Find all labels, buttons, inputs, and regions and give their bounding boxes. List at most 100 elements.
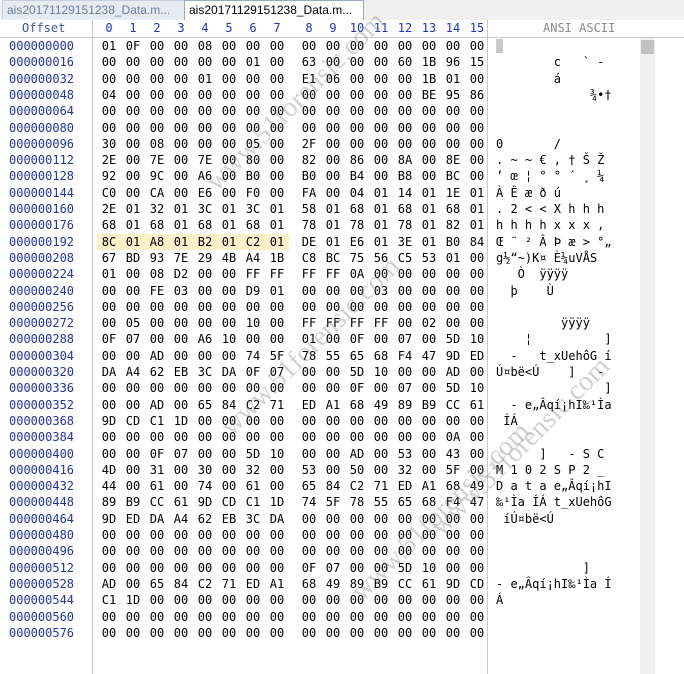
byte-cell[interactable]: 00 xyxy=(145,38,169,54)
byte-cell[interactable]: 00 xyxy=(169,120,193,136)
byte-cell[interactable]: 8E xyxy=(441,152,465,168)
byte-cell[interactable]: CA xyxy=(145,185,169,201)
ansi-text[interactable]: D a t a e„Âqí¡hI xyxy=(496,478,612,494)
byte-cell[interactable]: 00 xyxy=(441,413,465,429)
byte-cell[interactable]: 00 xyxy=(121,609,145,625)
byte-cell[interactable]: 00 xyxy=(193,315,217,331)
byte-cell[interactable]: 8A xyxy=(393,152,417,168)
byte-cell[interactable]: ED xyxy=(465,348,489,364)
byte-cell[interactable]: 00 xyxy=(345,429,369,445)
byte-cell[interactable]: 00 xyxy=(393,429,417,445)
ansi-text[interactable]: h h h h x x x ‚ xyxy=(496,217,604,233)
byte-cell[interactable]: 00 xyxy=(145,609,169,625)
byte-cell[interactable]: 00 xyxy=(265,543,289,559)
byte-cell[interactable]: 5D xyxy=(345,364,369,380)
byte-cell[interactable]: 00 xyxy=(321,429,345,445)
byte-cell[interactable]: 00 xyxy=(369,103,393,119)
byte-cell[interactable]: 00 xyxy=(345,103,369,119)
byte-cell[interactable]: D9 xyxy=(241,283,265,299)
byte-cell[interactable]: 00 xyxy=(345,71,369,87)
byte-cell[interactable]: 01 xyxy=(265,233,289,250)
byte-cell[interactable]: 00 xyxy=(369,136,393,152)
byte-cell[interactable]: 00 xyxy=(97,397,121,413)
byte-cell[interactable]: 00 xyxy=(417,429,441,445)
byte-cell[interactable]: DE xyxy=(297,234,321,250)
byte-cell[interactable]: 01 xyxy=(417,185,441,201)
byte-cell[interactable]: 32 xyxy=(393,462,417,478)
byte-cell[interactable]: 00 xyxy=(121,54,145,70)
byte-cell[interactable]: 00 xyxy=(297,38,321,54)
byte-cell[interactable]: 00 xyxy=(217,527,241,543)
byte-cell[interactable]: C2 xyxy=(345,478,369,494)
byte-cell[interactable]: 00 xyxy=(465,283,489,299)
byte-cell[interactable]: 04 xyxy=(345,185,369,201)
byte-cell[interactable]: 01 xyxy=(465,201,489,217)
byte-cell[interactable]: 3C xyxy=(241,201,265,217)
byte-cell[interactable]: 00 xyxy=(465,413,489,429)
byte-cell[interactable]: 00 xyxy=(241,331,265,347)
byte-cell[interactable]: 00 xyxy=(265,168,289,184)
byte-cell[interactable]: 0F xyxy=(121,38,145,54)
byte-cell[interactable]: 65 xyxy=(393,494,417,510)
byte-cell[interactable]: 00 xyxy=(193,625,217,641)
byte-cell[interactable]: 01 xyxy=(217,233,241,250)
byte-cell[interactable]: FF xyxy=(241,266,265,282)
byte-cell[interactable]: 10 xyxy=(417,560,441,576)
byte-cell[interactable]: 00 xyxy=(369,625,393,641)
byte-cell[interactable]: 00 xyxy=(265,299,289,315)
byte-cell[interactable]: 00 xyxy=(369,413,393,429)
byte-cell[interactable]: 1D xyxy=(169,413,193,429)
scrollbar-thumb[interactable] xyxy=(641,40,654,54)
byte-cell[interactable]: 10 xyxy=(241,315,265,331)
byte-cell[interactable]: B4 xyxy=(345,168,369,184)
byte-cell[interactable]: 2F xyxy=(297,136,321,152)
byte-cell[interactable]: 00 xyxy=(217,299,241,315)
byte-cell[interactable]: AD xyxy=(345,446,369,462)
byte-cell[interactable]: 89 xyxy=(97,494,121,510)
byte-cell[interactable]: 00 xyxy=(241,87,265,103)
byte-cell[interactable]: 71 xyxy=(217,576,241,592)
byte-cell[interactable]: 43 xyxy=(441,446,465,462)
byte-cell[interactable]: 01 xyxy=(417,234,441,250)
byte-cell[interactable]: 01 xyxy=(265,201,289,217)
ansi-text[interactable]: ¦ ] xyxy=(496,331,612,347)
byte-cell[interactable]: 00 xyxy=(121,527,145,543)
byte-cell[interactable]: 00 xyxy=(441,38,465,54)
byte-cell[interactable]: 00 xyxy=(193,299,217,315)
byte-cell[interactable]: 29 xyxy=(193,250,217,266)
byte-cell[interactable]: 00 xyxy=(417,283,441,299)
byte-cell[interactable]: FF xyxy=(369,315,393,331)
byte-cell[interactable]: 68 xyxy=(97,217,121,233)
byte-cell[interactable]: 07 xyxy=(121,331,145,347)
byte-cell[interactable]: AD xyxy=(145,348,169,364)
byte-cell[interactable]: 00 xyxy=(145,315,169,331)
byte-cell[interactable]: 14 xyxy=(393,185,417,201)
byte-cell[interactable]: 01 xyxy=(465,217,489,233)
byte-cell[interactable]: 00 xyxy=(265,625,289,641)
byte-cell[interactable]: 84 xyxy=(321,478,345,494)
byte-cell[interactable]: 00 xyxy=(169,527,193,543)
byte-cell[interactable]: 00 xyxy=(169,315,193,331)
byte-cell[interactable]: 00 xyxy=(465,103,489,119)
byte-cell[interactable]: 00 xyxy=(465,543,489,559)
byte-cell[interactable]: 00 xyxy=(297,283,321,299)
byte-cell[interactable]: 00 xyxy=(97,54,121,70)
byte-cell[interactable]: 00 xyxy=(121,283,145,299)
byte-cell[interactable]: 00 xyxy=(345,609,369,625)
byte-cell[interactable]: 00 xyxy=(217,38,241,54)
byte-cell[interactable]: 44 xyxy=(97,478,121,494)
byte-cell[interactable]: 53 xyxy=(297,462,321,478)
byte-cell[interactable]: 00 xyxy=(169,168,193,184)
byte-cell[interactable]: 00 xyxy=(465,527,489,543)
byte-cell[interactable]: B8 xyxy=(393,168,417,184)
byte-cell[interactable]: 00 xyxy=(169,348,193,364)
byte-cell[interactable]: CD xyxy=(121,413,145,429)
byte-cell[interactable]: 00 xyxy=(145,592,169,608)
byte-cell[interactable]: 00 xyxy=(265,527,289,543)
byte-cell[interactable]: 68 xyxy=(145,217,169,233)
byte-cell[interactable]: 00 xyxy=(97,429,121,445)
byte-cell[interactable]: 00 xyxy=(169,54,193,70)
byte-cell[interactable]: 05 xyxy=(121,315,145,331)
byte-cell[interactable]: 00 xyxy=(393,283,417,299)
byte-cell[interactable]: 04 xyxy=(97,87,121,103)
